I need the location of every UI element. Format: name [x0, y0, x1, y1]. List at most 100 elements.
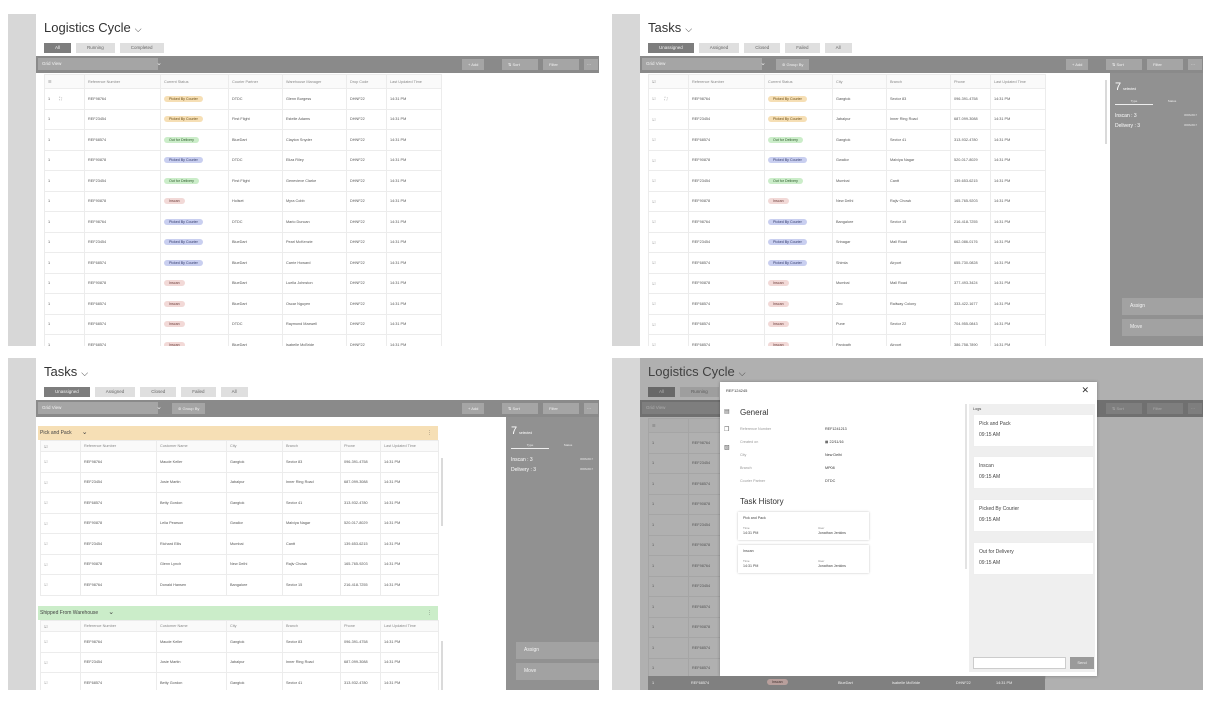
more-options-button[interactable]: ⋯	[1188, 59, 1202, 70]
assign-button[interactable]: Assign	[1122, 298, 1203, 315]
general-info-icon[interactable]: ▤	[724, 408, 730, 415]
table-row[interactable]: 1 REF23454 Out for Delivery First Flight Gen…	[44, 170, 442, 192]
col-header[interactable]: Last Updated Time	[380, 620, 439, 632]
close-icon[interactable]: ✕	[1081, 385, 1089, 396]
row-checkbox[interactable]: ☑	[44, 661, 47, 665]
scrollbar[interactable]	[441, 458, 443, 526]
table-row[interactable]: 1 REF68574 Picked By Courier BlueDart Carrie…	[44, 252, 442, 274]
col-header[interactable]: Current Status	[764, 74, 833, 89]
group-by-button[interactable]: ⊜ Group By	[172, 403, 206, 414]
table-row[interactable]: 1 REF23454 Picked By Courier BlueDart Pearl …	[44, 231, 442, 253]
col-header[interactable]: Reference Number	[688, 74, 765, 89]
table-row[interactable]: ☑ REF68574 Inscan Panipath Airport 386-758-78…	[648, 334, 1046, 346]
row-checkbox[interactable]: ☑	[44, 563, 47, 567]
map-icon[interactable]: ▧	[724, 444, 730, 451]
more-options-button[interactable]: ⋯	[584, 59, 598, 70]
row-checkbox[interactable]: ☑	[652, 159, 655, 163]
table-row[interactable]: 1 ⛶ REF98764 Picked By Courier DTDC Glenn Bu…	[44, 88, 442, 110]
table-row[interactable]: ☑ ⛶ REF98764 Picked By Courier Gangtok Secto…	[648, 88, 1046, 110]
tab-status[interactable]: Status	[1153, 98, 1191, 105]
row-checkbox[interactable]: ☑	[652, 200, 655, 204]
row-checkbox[interactable]: ☑	[44, 681, 47, 685]
table-row[interactable]: ☑ REF90878 Lelia Pearson Gwalior Malviya Nag…	[40, 512, 439, 534]
table-row[interactable]: ☑ REF90878 Glenn Lynch New Delhi Rajiv Chowk…	[40, 553, 439, 575]
row-checkbox[interactable]: ☑	[652, 302, 655, 306]
send-button[interactable]: Send	[1070, 657, 1094, 669]
tab-failed[interactable]: Failed	[785, 43, 820, 53]
table-row[interactable]: 1 REF23454 Picked By Courier First Flight Es…	[44, 108, 442, 130]
tab-unassigned[interactable]: Unassigned	[648, 43, 694, 53]
col-header[interactable]: Phone	[340, 440, 381, 452]
row-checkbox[interactable]: ☑	[652, 282, 655, 286]
row-checkbox[interactable]: ☑	[652, 323, 655, 327]
table-row[interactable]: ☑ REF23454 Picked By Courier Jabalpur Inner …	[648, 108, 1046, 130]
table-row[interactable]: ☑ REF68574 Inscan Ziro Railway Colony 333-422…	[648, 293, 1046, 315]
table-row[interactable]: ☑ REF23454 Out for Delivery Mumbai Cantt 139-…	[648, 170, 1046, 192]
add-button[interactable]: + Add	[462, 403, 485, 414]
sort-button[interactable]: ⇅ Sort	[1106, 59, 1142, 70]
row-checkbox[interactable]: ☑	[44, 542, 47, 546]
col-header[interactable]: Reference Number	[80, 440, 157, 452]
col-header[interactable]: Customer Name	[156, 440, 227, 452]
grid-view-select[interactable]: Grid View ⌄	[642, 58, 766, 70]
tab-type[interactable]: Type	[1115, 98, 1153, 105]
row-checkbox[interactable]: ☑	[44, 481, 47, 485]
col-header[interactable]: Courier Partner	[228, 74, 283, 89]
tab-running[interactable]: Running	[76, 43, 115, 53]
tab-all[interactable]: All	[824, 43, 852, 53]
table-row[interactable]: ☑ REF23454 Richard Ellis Mumbai Cantt 139-653…	[40, 533, 439, 555]
page-title[interactable]: Tasks ⌵	[44, 364, 88, 379]
col-header[interactable]: Reference Number	[80, 620, 157, 632]
table-row[interactable]: ☑ REF68574 Out for Delivery Gangtok Sector 4…	[648, 129, 1046, 151]
table-row[interactable]: ☑ REF98764 Maude Keller Gangtok Sector 83 096…	[40, 631, 439, 653]
col-header[interactable]: City	[226, 440, 283, 452]
add-button[interactable]: + Add	[462, 59, 485, 70]
col-header[interactable]: Last Updated Time	[386, 74, 442, 89]
tab-completed[interactable]: Completed	[119, 43, 164, 53]
page-title[interactable]: Logistics Cycle ⌵	[44, 20, 142, 35]
copy-icon[interactable]: ❐	[724, 426, 729, 433]
row-checkbox[interactable]: ☑	[652, 118, 655, 122]
filter-button[interactable]: Filter	[543, 59, 579, 70]
move-button[interactable]: Move	[516, 663, 599, 680]
kebab-menu-icon[interactable]: ⋮	[427, 426, 432, 440]
row-checkbox[interactable]: ☑	[44, 460, 47, 464]
row-checkbox[interactable]: ☑	[44, 522, 47, 526]
assign-button[interactable]: Assign	[516, 642, 599, 659]
filter-button[interactable]: Filter	[543, 403, 579, 414]
more-options-button[interactable]: ⋯	[584, 403, 598, 414]
table-row[interactable]: ☑ REF23454 Picked By Courier Srinagar Mall R…	[648, 231, 1046, 253]
select-all-checkbox[interactable]: ☑	[648, 74, 689, 89]
table-row[interactable]: 1 REF68574 Inscan BlueDart Isabelle McBr…	[648, 676, 1045, 690]
select-all-checkbox[interactable]: ☑	[40, 440, 81, 452]
table-row[interactable]: ☑ REF90878 Picked By Courier Gwalior Malviya…	[648, 149, 1046, 171]
kebab-menu-icon[interactable]: ⋮	[427, 606, 432, 620]
scrollbar[interactable]	[1105, 80, 1107, 144]
move-button[interactable]: Move	[1122, 319, 1203, 336]
row-checkbox[interactable]: ☑	[652, 97, 655, 101]
col-header[interactable]: Branch	[886, 74, 951, 89]
tab-unassigned[interactable]: Unassigned	[44, 387, 90, 397]
filter-button[interactable]: Filter	[1147, 59, 1183, 70]
col-header[interactable]: Current Status	[160, 74, 229, 89]
row-checkbox[interactable]: ☑	[652, 138, 655, 142]
table-row[interactable]: 1 REF68574 Inscan DTDC Raymond Maxwell DHNF22…	[44, 313, 442, 335]
row-checkbox[interactable]: ☑	[652, 220, 655, 224]
tab-type[interactable]: Type	[511, 442, 549, 449]
col-header[interactable]: Last Updated Time	[380, 440, 439, 452]
tab-closed[interactable]: Closed	[744, 43, 781, 53]
page-title[interactable]: Tasks ⌵	[648, 20, 692, 35]
table-row[interactable]: 1 REF90878 Picked By Courier DTDC Eliza Rile…	[44, 149, 442, 171]
col-header[interactable]: Last Updated Time	[990, 74, 1046, 89]
table-row[interactable]: 1 REF68574 Inscan BlueDart Isabelle McBride D…	[44, 334, 442, 346]
table-row[interactable]: ☑ REF98764 Picked By Courier Bangalore Secto…	[648, 211, 1046, 233]
col-header[interactable]: Drop Code	[346, 74, 387, 89]
add-button[interactable]: + Add	[1066, 59, 1089, 70]
table-row[interactable]: ☑ REF98764 Donald Hansen Bangalore Sector 15…	[40, 574, 439, 596]
row-checkbox[interactable]: ☑	[44, 640, 47, 644]
group-header-pick-and-pack[interactable]: Pick and Pack ⌄ ⋮	[38, 426, 438, 440]
tab-assigned[interactable]: Assigned	[94, 387, 136, 397]
col-header[interactable]: Branch	[282, 620, 341, 632]
row-checkbox[interactable]: ☑	[44, 583, 47, 587]
table-row[interactable]: 1 REF90878 Inscan BlueDart Luella Johnston DH…	[44, 272, 442, 294]
